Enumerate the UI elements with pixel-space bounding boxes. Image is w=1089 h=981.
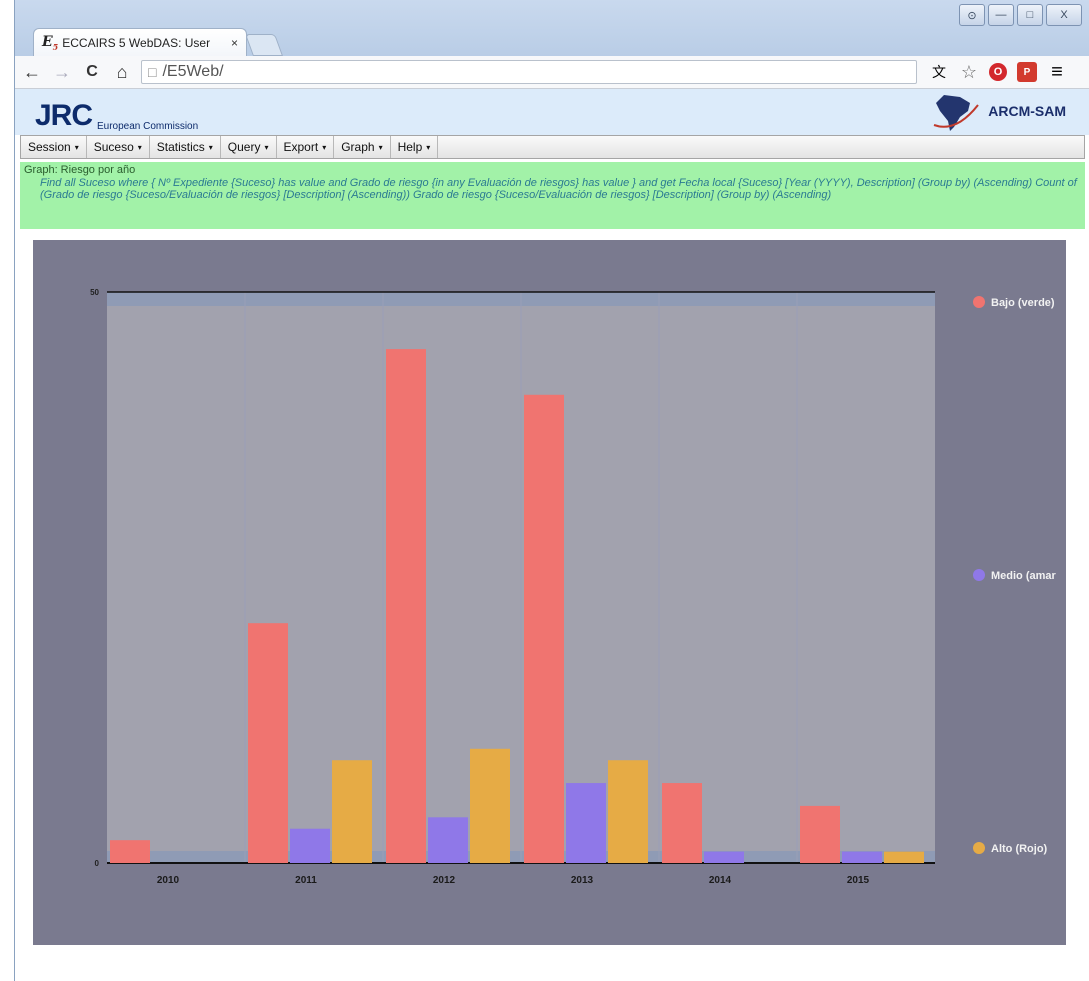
close-window-button[interactable]: X xyxy=(1046,4,1082,26)
menu-help[interactable]: Help ▾ xyxy=(391,136,439,158)
chevron-down-icon: ▾ xyxy=(74,142,79,152)
x-tick-label: 2011 xyxy=(295,875,317,886)
bar[interactable] xyxy=(110,840,150,863)
legend-marker xyxy=(973,842,985,854)
european-commission-label: European Commission xyxy=(97,121,199,132)
tab-close-icon[interactable]: × xyxy=(231,36,238,50)
browser-tab[interactable]: E5 ECCAIRS 5 WebDAS: User × xyxy=(33,28,247,56)
bar-chart: 0 50 2010 2011 2012 2013 2014 2015 Bajo (verde) M… xyxy=(90,288,1057,886)
pdf-icon[interactable]: P xyxy=(1017,62,1037,82)
reload-button[interactable]: C xyxy=(79,59,105,85)
bar[interactable] xyxy=(386,349,426,864)
eccairs-logo-icon: E5 xyxy=(42,33,59,52)
address-bar[interactable]: □ /E5Web/ xyxy=(141,60,917,84)
translate-icon[interactable]: 文 xyxy=(929,62,949,82)
window-controls: ⊙ — □ X xyxy=(959,4,1082,26)
bar[interactable] xyxy=(332,760,372,863)
x-tick-label: 2014 xyxy=(709,875,732,886)
tab-title: ECCAIRS 5 WebDAS: User xyxy=(62,35,211,50)
legend-label: Medio (amar xyxy=(991,570,1057,582)
bar[interactable] xyxy=(470,748,510,863)
chevron-down-icon: ▾ xyxy=(137,142,142,152)
arcm-sam-label: ARCM-SAM xyxy=(988,103,1066,119)
arcm-sam-logo: ARCM-SAM xyxy=(926,91,1066,133)
bar[interactable] xyxy=(290,828,330,863)
y-tick-label: 0 xyxy=(95,859,100,868)
back-button[interactable]: ← xyxy=(19,59,45,85)
x-tick-label: 2012 xyxy=(433,875,456,886)
bar[interactable] xyxy=(248,623,288,863)
south-america-map-icon xyxy=(933,95,979,131)
title-bar: ⊙ — □ X E5 ECCAIRS 5 WebDAS: User × xyxy=(15,0,1089,56)
bar[interactable] xyxy=(662,783,702,863)
bar[interactable] xyxy=(800,805,840,863)
graph-info-panel: Graph: Riesgo por año Find all Suceso wh… xyxy=(20,162,1085,229)
bar[interactable] xyxy=(704,851,744,863)
bar[interactable] xyxy=(428,817,468,863)
x-tick-label: 2015 xyxy=(847,875,870,886)
extension-icons: 文 ☆ O P ≡ xyxy=(929,61,1067,83)
menu-statistics[interactable]: Statistics ▾ xyxy=(150,136,221,158)
main-menu: Session ▾ Suceso ▾ Statistics ▾ Query ▾ Expo… xyxy=(20,135,1085,159)
chevron-down-icon: ▾ xyxy=(208,142,213,152)
opera-icon[interactable]: O xyxy=(989,63,1007,81)
url-text: /E5Web/ xyxy=(162,63,224,80)
menu-query[interactable]: Query ▾ xyxy=(221,136,277,158)
jrc-logo: JRC xyxy=(35,99,93,132)
bookmark-star-icon[interactable]: ☆ xyxy=(959,62,979,82)
menu-suceso[interactable]: Suceso ▾ xyxy=(87,136,150,158)
browser-toolbar: ← → C ⌂ □ /E5Web/ 文 ☆ O P ≡ xyxy=(15,56,1089,89)
y-tick-label: 50 xyxy=(90,288,99,297)
menu-export[interactable]: Export ▾ xyxy=(277,136,335,158)
legend-label: Alto (Rojo) xyxy=(991,843,1048,855)
graph-title: Graph: Riesgo por año xyxy=(24,164,136,176)
x-tick-label: 2013 xyxy=(571,875,594,886)
query-description: Find all Suceso where { Nº Expediente {S… xyxy=(40,177,1077,201)
bar[interactable] xyxy=(524,394,564,863)
menu-graph[interactable]: Graph ▾ xyxy=(334,136,391,158)
bar[interactable] xyxy=(884,851,924,863)
web-page: JRC European Commission ARCM-SAM Session… xyxy=(15,89,1089,981)
forward-button[interactable]: → xyxy=(49,59,75,85)
page-icon: □ xyxy=(148,64,157,80)
maximize-button[interactable]: □ xyxy=(1017,4,1043,26)
x-tick-label: 2010 xyxy=(157,875,180,886)
menu-session[interactable]: Session ▾ xyxy=(21,136,87,158)
legend-label: Bajo (verde) xyxy=(991,297,1055,309)
minimize-button[interactable]: — xyxy=(988,4,1014,26)
new-tab-button[interactable] xyxy=(244,34,284,56)
user-icon[interactable]: ⊙ xyxy=(959,4,985,26)
home-button[interactable]: ⌂ xyxy=(109,59,135,85)
chevron-down-icon: ▾ xyxy=(264,142,269,152)
bar[interactable] xyxy=(566,783,606,863)
legend-marker xyxy=(973,569,985,581)
chevron-down-icon: ▾ xyxy=(378,142,383,152)
browser-menu-icon[interactable]: ≡ xyxy=(1047,61,1067,83)
bar[interactable] xyxy=(842,851,882,863)
bar[interactable] xyxy=(608,760,648,863)
app-header: JRC European Commission ARCM-SAM xyxy=(15,89,1089,135)
chevron-down-icon: ▾ xyxy=(322,142,327,152)
chevron-down-icon: ▾ xyxy=(426,142,431,152)
chart-container: 0 50 2010 2011 2012 2013 2014 2015 Bajo (verde) M… xyxy=(33,240,1066,945)
browser-window: ⊙ — □ X E5 ECCAIRS 5 WebDAS: User × ← → … xyxy=(14,0,1089,981)
legend-marker xyxy=(973,296,985,308)
